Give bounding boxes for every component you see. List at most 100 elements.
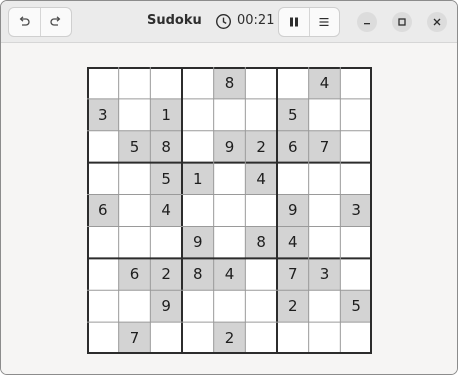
sudoku-cell[interactable]: 4 [245,162,277,195]
sudoku-cell[interactable] [182,130,214,163]
sudoku-cell[interactable] [245,98,277,131]
pause-icon [289,17,298,27]
sudoku-cell[interactable]: 1 [182,162,214,195]
sudoku-cell[interactable] [118,98,151,131]
sudoku-cell[interactable] [245,290,277,323]
sudoku-cell[interactable] [87,67,119,99]
sudoku-cell[interactable] [182,194,214,227]
game-area: 84315589267514649398462847392572 [1,43,457,374]
redo-icon [50,16,61,26]
sudoku-cell[interactable] [308,162,341,195]
sudoku-cell[interactable] [277,322,309,354]
sudoku-cell[interactable]: 8 [213,67,246,99]
sudoku-cell[interactable] [245,67,277,99]
sudoku-cell[interactable]: 4 [150,194,182,227]
sudoku-cell[interactable] [308,290,341,323]
redo-button[interactable] [39,8,72,36]
sudoku-cell[interactable]: 3 [308,258,341,291]
sudoku-cell[interactable] [213,226,246,259]
sudoku-cell[interactable]: 7 [277,258,309,291]
sudoku-cell[interactable] [118,194,151,227]
sudoku-cell[interactable]: 6 [87,194,119,227]
sudoku-cell[interactable] [340,258,372,291]
sudoku-cell[interactable]: 5 [150,162,182,195]
sudoku-cell[interactable] [213,98,246,131]
sudoku-cell[interactable] [118,67,151,99]
undo-button[interactable] [9,8,40,36]
sudoku-cell[interactable]: 2 [150,258,182,291]
minimize-icon [364,23,370,25]
sudoku-cell[interactable] [308,322,341,354]
pause-button[interactable] [279,8,309,36]
sudoku-cell[interactable]: 4 [308,67,341,99]
sudoku-cell[interactable]: 8 [182,258,214,291]
sudoku-cell[interactable]: 5 [277,98,309,131]
sudoku-cell[interactable] [340,226,372,259]
sudoku-cell[interactable] [182,67,214,99]
sudoku-cell[interactable]: 2 [213,322,246,354]
sudoku-cell[interactable]: 9 [182,226,214,259]
maximize-button[interactable] [392,12,412,32]
sudoku-cell[interactable] [118,290,151,323]
sudoku-cell[interactable] [245,322,277,354]
sudoku-cell[interactable] [340,67,372,99]
sudoku-cell[interactable]: 7 [118,322,151,354]
sudoku-cell[interactable]: 8 [245,226,277,259]
sudoku-cell[interactable] [118,226,151,259]
sudoku-cell[interactable]: 3 [340,194,372,227]
elapsed-timer: 00:21 [237,13,275,28]
sudoku-cell[interactable]: 9 [213,130,246,163]
sudoku-cell[interactable] [213,194,246,227]
sudoku-cell[interactable] [118,162,151,195]
sudoku-cell[interactable]: 8 [150,130,182,163]
maximize-icon [398,18,406,26]
header-bar: Sudoku 00:21 [1,1,457,43]
sudoku-cell[interactable] [87,162,119,195]
sudoku-cell[interactable] [87,290,119,323]
hamburger-menu-icon [319,18,329,26]
close-button[interactable] [427,12,447,32]
main-menu-button[interactable] [308,8,340,36]
sudoku-cell[interactable] [340,162,372,195]
sudoku-cell[interactable] [213,162,246,195]
sudoku-cell[interactable] [340,322,372,354]
sudoku-cell[interactable] [150,226,182,259]
sudoku-cell[interactable]: 4 [213,258,246,291]
sudoku-cell[interactable]: 6 [118,258,151,291]
sudoku-cell[interactable] [182,98,214,131]
sudoku-cell[interactable]: 6 [277,130,309,163]
close-icon [433,18,441,26]
sudoku-cell[interactable]: 5 [340,290,372,323]
sudoku-cell[interactable] [87,322,119,354]
undo-redo-group [8,7,72,37]
minimize-button[interactable] [357,12,377,32]
sudoku-cell[interactable] [182,322,214,354]
sudoku-cell[interactable] [308,226,341,259]
sudoku-cell[interactable] [213,290,246,323]
sudoku-cell[interactable] [277,162,309,195]
sudoku-cell[interactable]: 2 [245,130,277,163]
sudoku-cell[interactable] [87,226,119,259]
sudoku-cell[interactable]: 7 [308,130,341,163]
sudoku-cell[interactable] [340,130,372,163]
sudoku-cell[interactable]: 9 [150,290,182,323]
sudoku-board: 84315589267514649398462847392572 [87,67,372,354]
sudoku-cell[interactable] [87,258,119,291]
sudoku-cell[interactable] [87,130,119,163]
sudoku-cell[interactable] [182,290,214,323]
sudoku-cell[interactable]: 2 [277,290,309,323]
sudoku-cell[interactable]: 3 [87,98,119,131]
sudoku-cell[interactable] [150,67,182,99]
sudoku-cell[interactable] [308,98,341,131]
sudoku-cell[interactable] [340,98,372,131]
sudoku-cell[interactable]: 1 [150,98,182,131]
sudoku-cell[interactable]: 9 [277,194,309,227]
sudoku-cell[interactable] [277,67,309,99]
sudoku-cell[interactable]: 5 [118,130,151,163]
sudoku-cell[interactable] [245,194,277,227]
sudoku-cell[interactable] [150,322,182,354]
sudoku-cell[interactable]: 4 [277,226,309,259]
game-controls-group [278,7,340,37]
sudoku-cell[interactable] [308,194,341,227]
sudoku-cell[interactable] [245,258,277,291]
